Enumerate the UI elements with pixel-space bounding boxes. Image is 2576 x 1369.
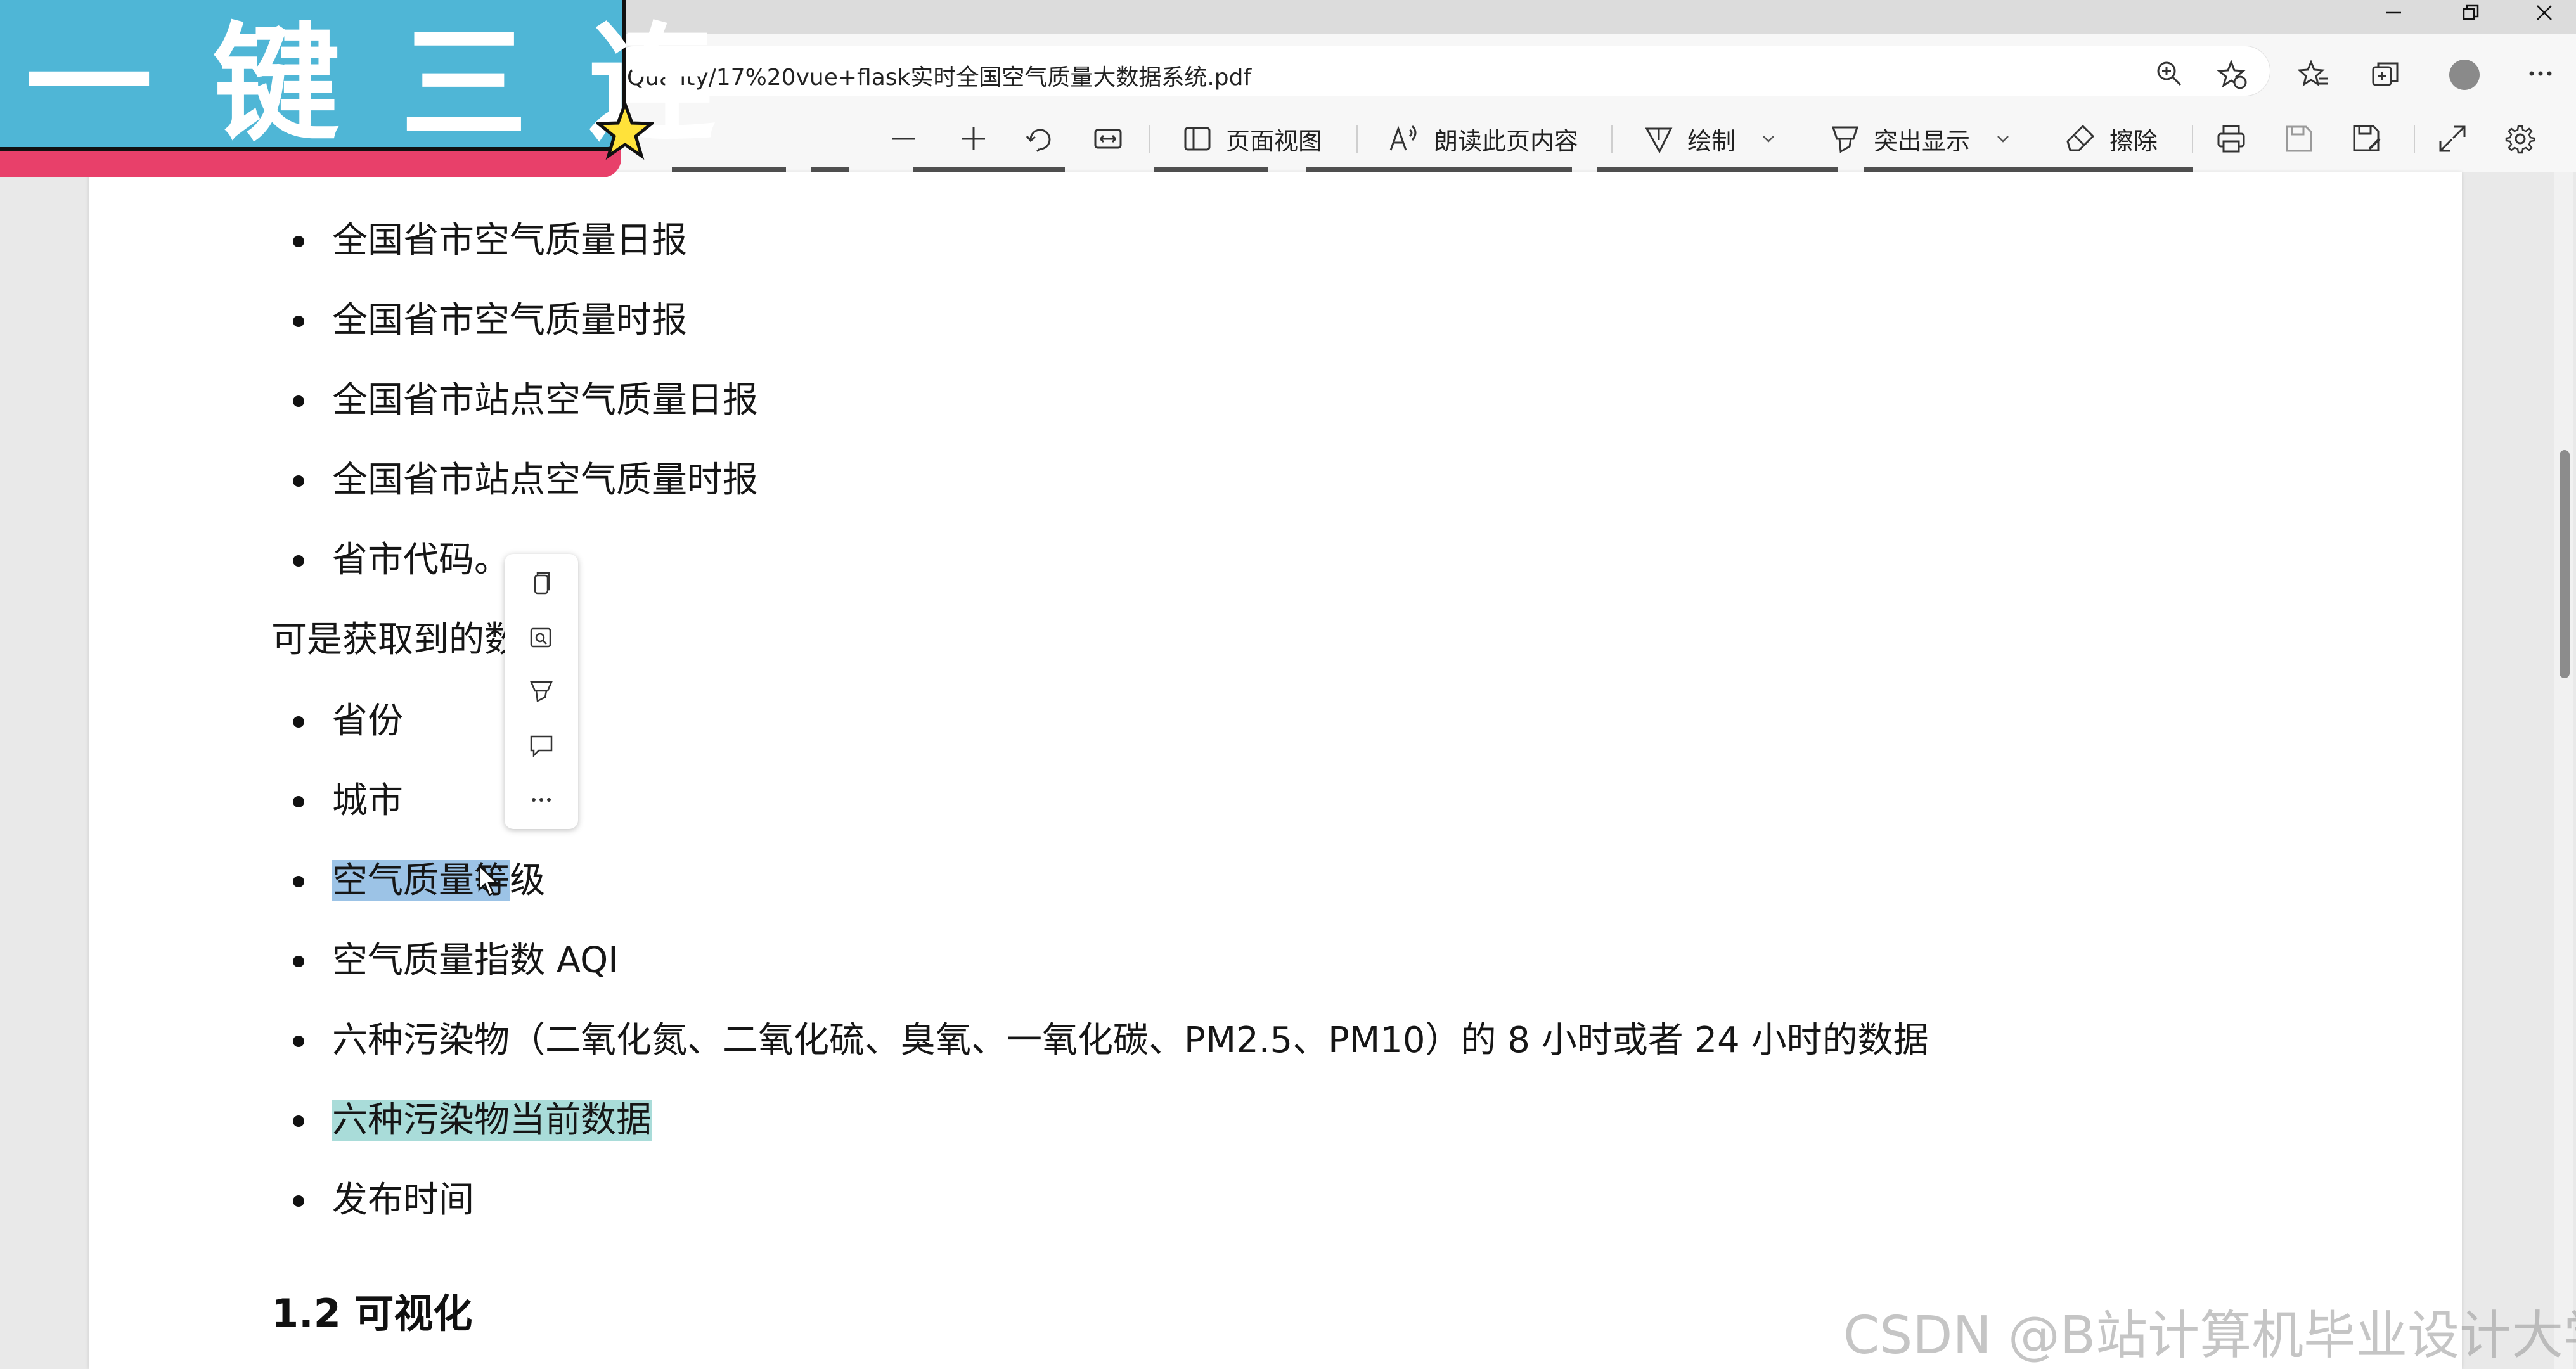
banner-text: 一键三连	[25, 11, 776, 158]
more-icon	[532, 798, 551, 802]
star-icon	[596, 101, 654, 160]
list-item: 全国省市空气质量日报	[332, 220, 687, 261]
selection-mini-toolbar	[505, 554, 578, 829]
highlight-selection-button[interactable]	[521, 671, 562, 711]
watermark: CSDN @B站计算机毕业设计大学	[1843, 1306, 2576, 1366]
collections-button[interactable]	[2362, 51, 2407, 96]
list-item-highlighted: 六种污染物当前数据	[332, 1095, 652, 1146]
settings-button[interactable]	[2505, 118, 2535, 160]
ask-copilot-button[interactable]	[521, 617, 562, 658]
print-button[interactable]	[2216, 118, 2246, 160]
save-as-icon	[2353, 125, 2381, 151]
list-bullet	[293, 956, 304, 967]
list-item: 发布时间	[332, 1179, 474, 1221]
close-window-button[interactable]	[2513, 0, 2576, 34]
zoom-button[interactable]	[2146, 51, 2192, 96]
avatar	[2449, 60, 2480, 90]
list-item: 全国省市空气质量时报	[332, 300, 687, 341]
url-field[interactable]: Quality/17%20vue+flask实时全国空气质量大数据系统.pdf	[609, 46, 2270, 96]
list-bullet	[293, 1036, 304, 1047]
more-actions-button[interactable]	[521, 778, 562, 819]
list-bullet	[293, 475, 304, 487]
restore-icon	[2463, 4, 2479, 20]
star-add-icon	[2217, 60, 2247, 89]
save-as-button[interactable]	[2352, 118, 2382, 160]
restore-button[interactable]	[2439, 0, 2502, 34]
search-page-icon	[530, 627, 551, 648]
minimize-button[interactable]	[2362, 0, 2425, 34]
list-item: 省份	[332, 700, 403, 742]
fullscreen-button[interactable]	[2438, 118, 2467, 160]
more-icon	[2529, 71, 2552, 76]
copy-button[interactable]	[521, 563, 562, 603]
list-item: 空气质量指数 AQI	[332, 940, 619, 981]
highlighter-icon	[530, 681, 553, 702]
minimize-icon	[2386, 11, 2401, 14]
list-item: 全国省市站点空气质量日报	[332, 380, 758, 421]
list-bullet	[293, 316, 304, 327]
list-bullet	[293, 395, 304, 407]
print-icon	[2217, 125, 2245, 153]
expand-icon	[2439, 125, 2466, 152]
section-heading: 1.2 可视化	[271, 1290, 473, 1337]
copy-icon	[534, 572, 550, 595]
triple-action-banner: 一键三连	[0, 0, 715, 158]
list-bullet	[293, 876, 304, 887]
list-bullet	[293, 236, 304, 247]
list-bullet	[293, 1195, 304, 1207]
scrollbar-track[interactable]	[2554, 172, 2573, 1369]
collections-icon	[2372, 62, 2399, 86]
list-item: 全国省市站点空气质量时报	[332, 460, 758, 501]
add-comment-button[interactable]	[521, 725, 562, 766]
favorites-button[interactable]	[2289, 51, 2335, 96]
text-cursor-icon	[478, 864, 499, 896]
list-item: 省市代码。	[332, 539, 510, 581]
favorites-icon	[2298, 60, 2328, 87]
list-item: 城市	[332, 780, 403, 821]
highlighted-text: 六种污染物当前数据	[332, 1100, 652, 1141]
more-menu-button[interactable]	[2518, 51, 2563, 96]
paragraph-text: 可是获取到的数	[271, 619, 520, 660]
unselected-text: 级	[510, 860, 545, 901]
close-icon	[2537, 5, 2552, 20]
comment-icon	[530, 735, 553, 758]
list-bullet	[293, 555, 304, 567]
list-bullet	[293, 796, 304, 807]
save-button[interactable]	[2284, 118, 2314, 160]
scrollbar-thumb[interactable]	[2560, 450, 2570, 678]
toolbar-separator	[2414, 125, 2415, 153]
add-favorite-button[interactable]	[2208, 51, 2254, 96]
gear-icon	[2505, 125, 2535, 154]
chevron-down-icon[interactable]	[1995, 131, 2011, 146]
list-bullet	[293, 716, 304, 728]
profile-button[interactable]	[2440, 51, 2486, 96]
list-item: 六种污染物（二氧化氮、二氧化硫、臭氧、一氧化碳、PM2.5、PM10）的 8 小…	[332, 1020, 1929, 1061]
chevron-down-icon[interactable]	[1761, 131, 1776, 146]
zoom-in-icon	[2157, 61, 2182, 86]
cut-off-text-line	[672, 150, 2206, 196]
save-icon	[2286, 125, 2312, 152]
list-item-selected: 空气质量等级	[332, 856, 545, 906]
clipped-text-glyphs	[672, 167, 2193, 172]
list-bullet	[293, 1115, 304, 1127]
